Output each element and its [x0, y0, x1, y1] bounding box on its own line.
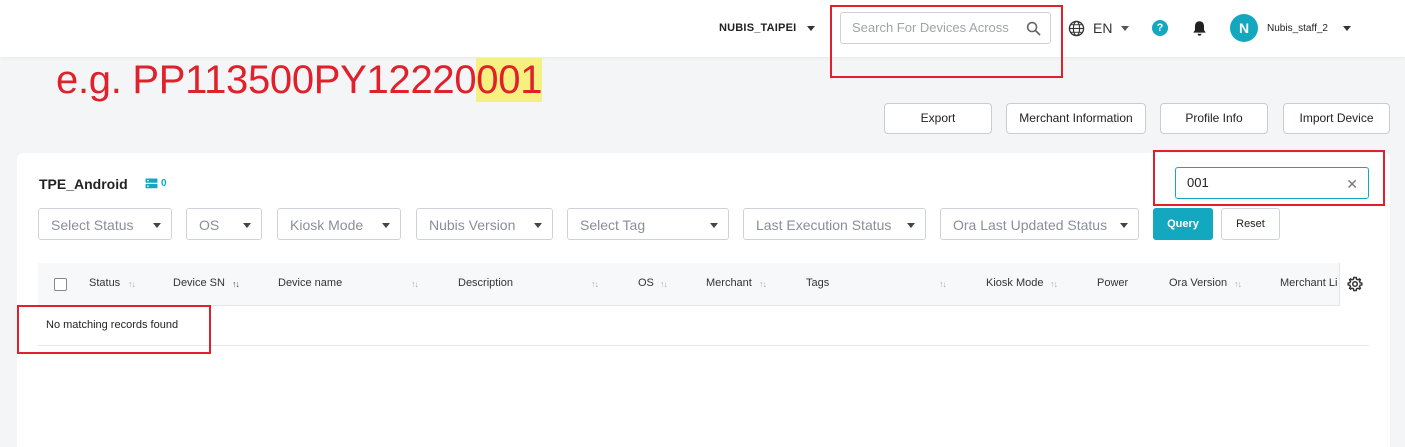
nubis-version-filter-label: Nubis Version [429, 217, 516, 233]
column-status[interactable]: Status [89, 277, 120, 289]
chevron-down-icon [1120, 223, 1128, 228]
gear-icon[interactable] [1347, 276, 1363, 292]
annotation-highlight: 001 [476, 58, 543, 102]
chevron-down-icon[interactable] [1121, 26, 1129, 31]
kiosk-mode-filter-label: Kiosk Mode [290, 217, 364, 233]
top-navbar: NUBIS_TAIPEI EN ? N Nubis_staff_2 [0, 0, 1405, 57]
chevron-down-icon[interactable] [1343, 26, 1351, 31]
server-icon [145, 178, 158, 189]
tenant-selector[interactable]: NUBIS_TAIPEI [719, 22, 796, 34]
column-description[interactable]: Description [458, 277, 513, 289]
divider [38, 345, 1369, 346]
username[interactable]: Nubis_staff_2 [1267, 23, 1328, 34]
profile-info-button[interactable]: Profile Info [1160, 103, 1268, 134]
sort-icon[interactable]: ↑↓ [1234, 279, 1242, 289]
export-button[interactable]: Export [884, 103, 992, 134]
status-filter-label: Select Status [51, 217, 134, 233]
column-ora-version[interactable]: Ora Version [1169, 277, 1227, 289]
os-filter[interactable]: OS [186, 208, 262, 240]
chevron-down-icon [710, 223, 718, 228]
reset-button[interactable]: Reset [1221, 208, 1280, 240]
sort-icon[interactable]: ↑↓ [1050, 279, 1058, 289]
language-selector[interactable]: EN [1093, 20, 1112, 36]
sort-icon[interactable]: ↑↓ [591, 279, 599, 289]
ora-last-updated-status-filter[interactable]: Ora Last Updated Status [940, 208, 1139, 240]
import-device-button[interactable]: Import Device [1283, 103, 1390, 134]
chevron-down-icon [243, 223, 251, 228]
annotation-example: e.g. PP113500PY12220001 [56, 52, 542, 108]
column-merchant-li[interactable]: Merchant Li [1280, 277, 1339, 289]
chevron-down-icon [153, 223, 161, 228]
device-count: 0 [161, 178, 167, 189]
last-execution-status-filter[interactable]: Last Execution Status [743, 208, 926, 240]
sort-icon[interactable]: ↑↓ [660, 279, 668, 289]
sort-icon[interactable]: ↑↓ [232, 279, 240, 289]
annotation-box-global-search [830, 5, 1063, 78]
tag-filter-label: Select Tag [580, 217, 646, 233]
annotation-box-empty-state [17, 305, 211, 354]
column-kiosk-mode[interactable]: Kiosk Mode [986, 277, 1043, 289]
group-title: TPE_Android [39, 176, 128, 192]
select-all-checkbox[interactable] [54, 278, 67, 291]
help-icon[interactable]: ? [1152, 20, 1168, 36]
chevron-down-icon [907, 223, 915, 228]
column-settings[interactable] [1339, 263, 1369, 306]
column-tags[interactable]: Tags [806, 277, 829, 289]
sort-icon[interactable]: ↑↓ [759, 279, 767, 289]
sort-icon[interactable]: ↑↓ [128, 279, 136, 289]
ora-last-updated-status-filter-label: Ora Last Updated Status [953, 217, 1108, 233]
column-os[interactable]: OS [638, 277, 654, 289]
nubis-version-filter[interactable]: Nubis Version [416, 208, 553, 240]
kiosk-mode-filter[interactable]: Kiosk Mode [277, 208, 401, 240]
column-device-sn[interactable]: Device SN [173, 277, 225, 289]
globe-icon[interactable] [1068, 20, 1085, 37]
status-filter[interactable]: Select Status [38, 208, 172, 240]
last-execution-status-filter-label: Last Execution Status [756, 217, 892, 233]
annotation-box-table-search [1153, 150, 1385, 206]
avatar[interactable]: N [1230, 14, 1258, 42]
merchant-information-button[interactable]: Merchant Information [1006, 103, 1146, 134]
os-filter-label: OS [199, 217, 220, 233]
column-device-name[interactable]: Device name [278, 277, 342, 289]
sort-icon[interactable]: ↑↓ [411, 279, 419, 289]
column-merchant[interactable]: Merchant [706, 277, 752, 289]
bell-icon[interactable] [1192, 20, 1207, 37]
chevron-down-icon[interactable] [807, 26, 815, 31]
sort-icon[interactable]: ↑↓ [939, 279, 947, 289]
chevron-down-icon [382, 223, 390, 228]
query-button[interactable]: Query [1153, 208, 1213, 240]
column-power: Power [1097, 277, 1129, 289]
tag-filter[interactable]: Select Tag [567, 208, 729, 240]
chevron-down-icon [534, 223, 542, 228]
annotation-prefix: e.g. PP113500PY12220 [56, 58, 477, 102]
